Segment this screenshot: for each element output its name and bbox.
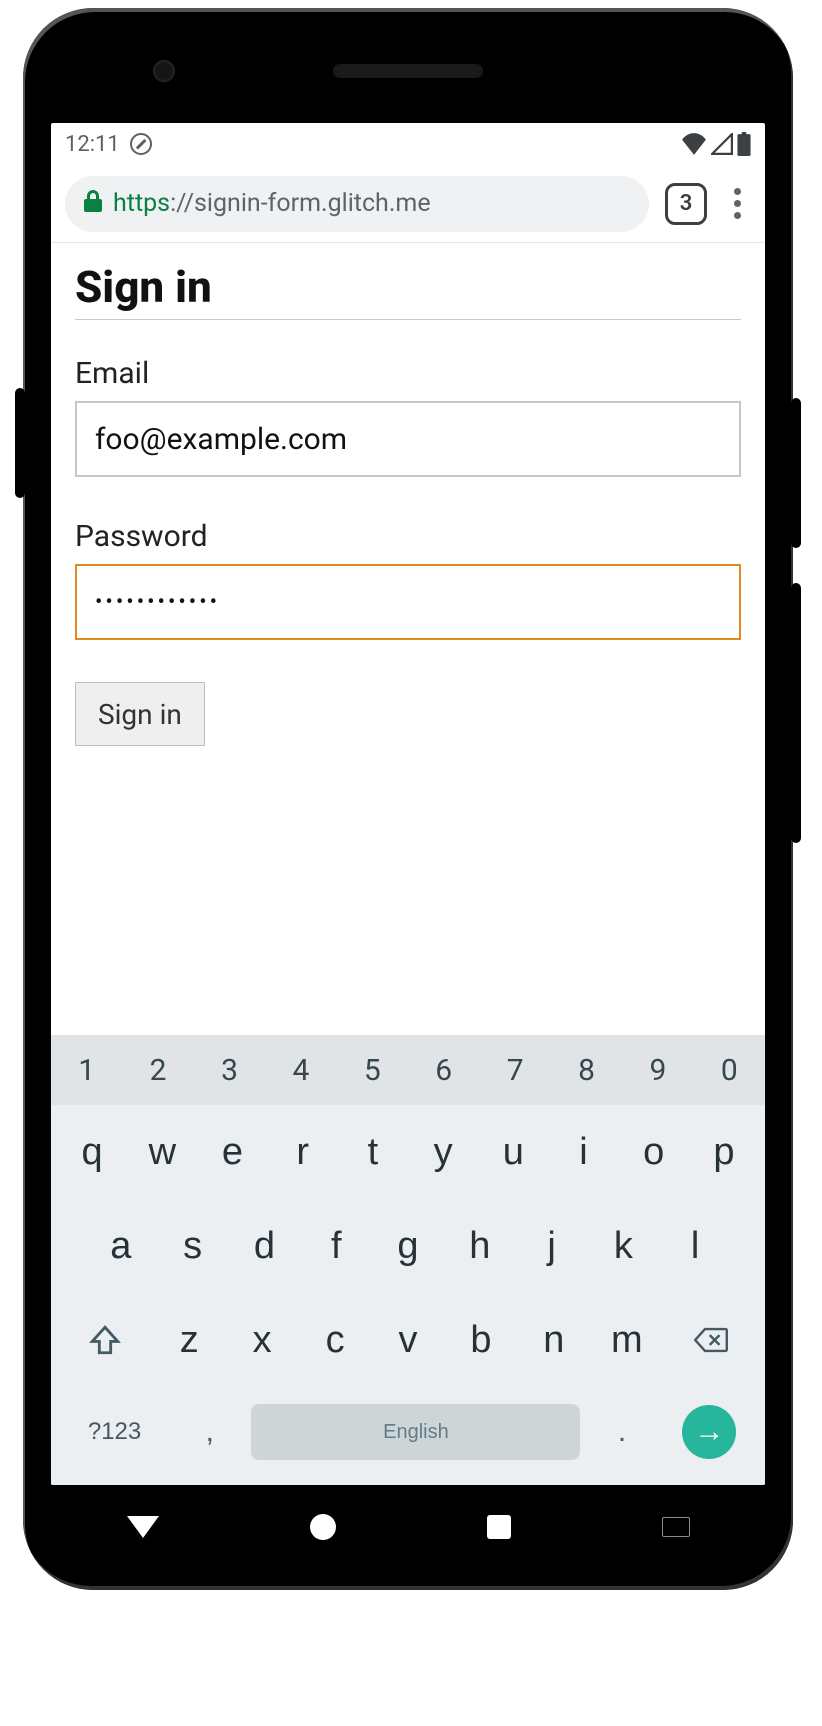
- phone-frame: 12:11 https://signin-form.glitch.me 3: [23, 8, 793, 1590]
- cell-signal-icon: [711, 133, 733, 155]
- key-4[interactable]: 4: [265, 1035, 336, 1105]
- screen: 12:11 https://signin-form.glitch.me 3: [51, 123, 765, 1485]
- url-host: signin-form.glitch.me: [194, 189, 431, 218]
- keyboard-switch-icon[interactable]: [662, 1517, 690, 1537]
- key-c[interactable]: c: [301, 1301, 370, 1379]
- key-e[interactable]: e: [199, 1113, 265, 1191]
- key-5[interactable]: 5: [337, 1035, 408, 1105]
- key-3[interactable]: 3: [194, 1035, 265, 1105]
- key-9[interactable]: 9: [622, 1035, 693, 1105]
- key-z[interactable]: z: [155, 1301, 224, 1379]
- key-2[interactable]: 2: [122, 1035, 193, 1105]
- comma-key[interactable]: ,: [172, 1393, 247, 1471]
- page-content: Sign in Email foo@example.com Password •…: [51, 243, 765, 1035]
- keyboard-row-4: ?123 , English . →: [51, 1387, 765, 1477]
- key-i[interactable]: i: [550, 1113, 616, 1191]
- keyboard-row-3: z x c v b n m: [51, 1293, 765, 1387]
- key-j[interactable]: j: [518, 1207, 586, 1285]
- key-6[interactable]: 6: [408, 1035, 479, 1105]
- lock-icon: [83, 189, 103, 219]
- email-value: foo@example.com: [95, 422, 347, 457]
- sign-in-button[interactable]: Sign in: [75, 682, 205, 746]
- key-s[interactable]: s: [159, 1207, 227, 1285]
- key-b[interactable]: b: [446, 1301, 515, 1379]
- key-p[interactable]: p: [691, 1113, 757, 1191]
- key-0[interactable]: 0: [694, 1035, 765, 1105]
- battery-icon: [737, 132, 751, 156]
- email-input[interactable]: foo@example.com: [75, 401, 741, 477]
- tab-switcher-button[interactable]: 3: [665, 183, 707, 225]
- enter-key[interactable]: →: [664, 1393, 755, 1471]
- phone-camera: [153, 60, 175, 82]
- key-a[interactable]: a: [87, 1207, 155, 1285]
- key-g[interactable]: g: [374, 1207, 442, 1285]
- key-d[interactable]: d: [231, 1207, 299, 1285]
- key-1[interactable]: 1: [51, 1035, 122, 1105]
- key-v[interactable]: v: [374, 1301, 443, 1379]
- key-x[interactable]: x: [228, 1301, 297, 1379]
- key-k[interactable]: k: [589, 1207, 657, 1285]
- url-text: https://signin-form.glitch.me: [113, 189, 431, 218]
- key-h[interactable]: h: [446, 1207, 514, 1285]
- key-o[interactable]: o: [621, 1113, 687, 1191]
- key-r[interactable]: r: [270, 1113, 336, 1191]
- key-t[interactable]: t: [340, 1113, 406, 1191]
- key-m[interactable]: m: [592, 1301, 661, 1379]
- home-button[interactable]: [310, 1514, 336, 1540]
- key-l[interactable]: l: [661, 1207, 729, 1285]
- key-8[interactable]: 8: [551, 1035, 622, 1105]
- enter-icon: →: [682, 1405, 736, 1459]
- key-w[interactable]: w: [129, 1113, 195, 1191]
- keyboard-number-row: 1 2 3 4 5 6 7 8 9 0: [51, 1035, 765, 1105]
- wifi-icon: [681, 133, 707, 155]
- browser-toolbar: https://signin-form.glitch.me 3: [51, 165, 765, 243]
- keyboard-row-2: a s d f g h j k l: [51, 1199, 765, 1293]
- title-divider: [75, 319, 741, 320]
- soft-keyboard: 1 2 3 4 5 6 7 8 9 0 q w e r t y u i o: [51, 1035, 765, 1485]
- address-bar[interactable]: https://signin-form.glitch.me: [65, 176, 649, 232]
- android-nav-bar: [51, 1492, 765, 1562]
- page-title: Sign in: [75, 261, 741, 313]
- password-label: Password: [75, 519, 741, 554]
- symbols-key[interactable]: ?123: [61, 1393, 168, 1471]
- email-label: Email: [75, 356, 741, 391]
- back-button[interactable]: [127, 1516, 159, 1538]
- key-f[interactable]: f: [302, 1207, 370, 1285]
- volume-button: [791, 398, 801, 548]
- status-bar: 12:11: [51, 123, 765, 165]
- key-y[interactable]: y: [410, 1113, 476, 1191]
- password-value-masked: ••••••••••••: [95, 590, 220, 615]
- status-time: 12:11: [65, 132, 120, 157]
- url-scheme: https: [113, 189, 170, 218]
- password-input[interactable]: ••••••••••••: [75, 564, 741, 640]
- period-key[interactable]: .: [584, 1393, 659, 1471]
- shift-key[interactable]: [59, 1301, 151, 1379]
- key-u[interactable]: u: [480, 1113, 546, 1191]
- keyboard-row-1: q w e r t y u i o p: [51, 1105, 765, 1199]
- do-not-disturb-icon: [130, 133, 152, 155]
- side-button: [15, 388, 25, 498]
- space-key[interactable]: English: [251, 1404, 580, 1460]
- overflow-menu-button[interactable]: [723, 188, 751, 219]
- key-7[interactable]: 7: [479, 1035, 550, 1105]
- key-n[interactable]: n: [519, 1301, 588, 1379]
- recents-button[interactable]: [487, 1515, 511, 1539]
- phone-speaker: [333, 64, 483, 78]
- backspace-key[interactable]: [665, 1301, 757, 1379]
- key-q[interactable]: q: [59, 1113, 125, 1191]
- url-separator: ://: [170, 189, 194, 218]
- power-button: [791, 583, 801, 843]
